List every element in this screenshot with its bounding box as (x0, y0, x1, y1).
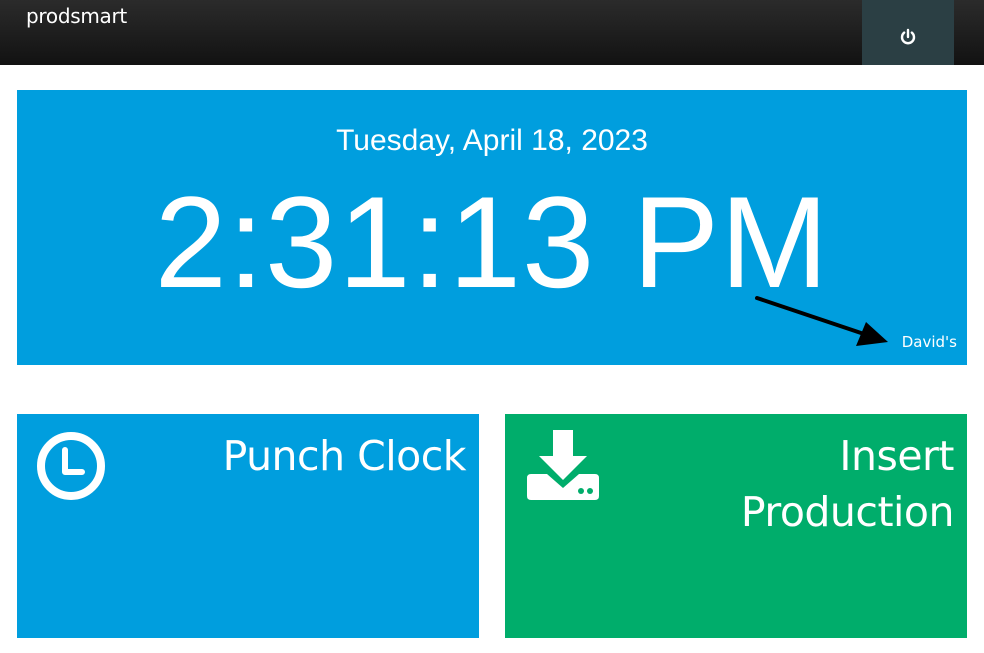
insert-production-title: Insert Production (740, 428, 955, 540)
brand-logo: prodsmart (26, 4, 127, 28)
insert-production-label-line1: Insert (839, 432, 954, 480)
current-date: Tuesday, April 18, 2023 (336, 124, 648, 157)
arrow-icon (752, 290, 892, 355)
power-icon (899, 28, 917, 51)
punch-clock-title: Punch Clock (222, 428, 467, 484)
insert-production-tile[interactable]: Insert Production (505, 414, 967, 638)
clock-icon (35, 430, 107, 507)
clock-panel: Tuesday, April 18, 2023 2:31:13 PM David… (17, 90, 967, 365)
insert-production-label-line2: Production (740, 488, 955, 536)
top-bar: prodsmart (0, 0, 984, 65)
download-tray-icon (523, 430, 603, 507)
logout-button[interactable] (862, 0, 954, 65)
punch-clock-tile[interactable]: Punch Clock (17, 414, 479, 638)
owner-label: David's (901, 333, 957, 351)
punch-clock-label: Punch Clock (222, 432, 467, 480)
